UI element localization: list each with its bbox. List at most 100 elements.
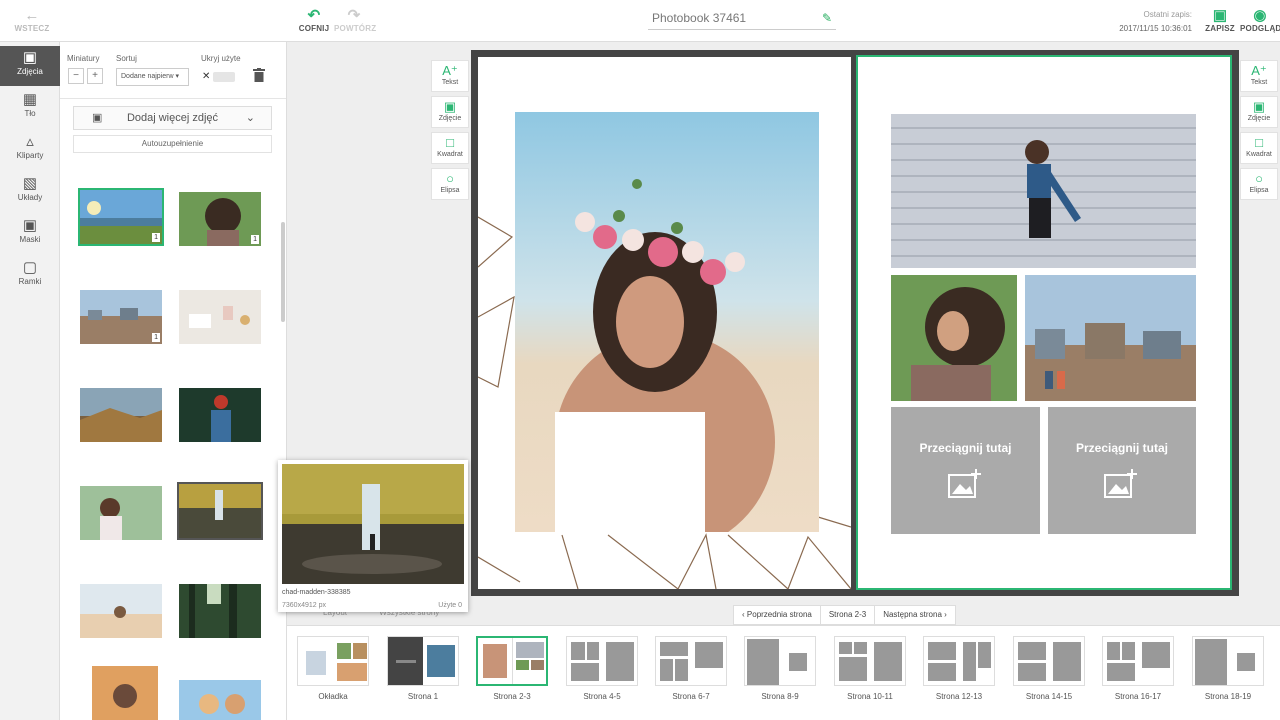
page-thumb[interactable] bbox=[1102, 636, 1174, 686]
photo-thumb[interactable] bbox=[78, 582, 164, 640]
back-button[interactable]: ← WSTECZ bbox=[14, 8, 50, 34]
add-image-tool[interactable]: ▣ Zdjęcie bbox=[431, 96, 469, 128]
nav-item-cliparts[interactable]: ▵ Kliparty bbox=[0, 130, 60, 170]
drop-zone[interactable]: Przeciągnij tutaj bbox=[1048, 407, 1196, 534]
add-more-photos-button[interactable]: ▣ Dodaj więcej zdjęć ⌄ bbox=[73, 106, 272, 130]
left-page[interactable] bbox=[478, 57, 851, 589]
autofill-button[interactable]: Autouzupełnienie bbox=[73, 135, 272, 153]
last-save-time: 2017/11/15 10:36:01 bbox=[1119, 24, 1192, 33]
preview-used: Użyte 0 bbox=[438, 602, 462, 609]
undo-icon: ↶ bbox=[307, 7, 321, 24]
add-text-tool[interactable]: A⁺ Tekst bbox=[431, 60, 469, 92]
add-ellipse-tool[interactable]: ○ Elipsa bbox=[431, 168, 469, 200]
photo-flower-crown[interactable] bbox=[515, 112, 819, 532]
tools-right: A⁺ Tekst ▣ Zdjęcie □ Kwadrat ○ Elipsa bbox=[1240, 60, 1278, 204]
photo-rooftops-city[interactable] bbox=[1025, 275, 1196, 401]
current-page-label: Strona 2-3 bbox=[821, 606, 876, 624]
page-thumb-cover[interactable] bbox=[297, 636, 369, 686]
page-thumb[interactable] bbox=[1013, 636, 1085, 686]
nav-item-frames[interactable]: ▢ Ramki bbox=[0, 256, 60, 296]
project-title-field[interactable]: Photobook 37461 ✎ bbox=[648, 8, 836, 30]
add-image-icon bbox=[1104, 469, 1137, 498]
page-label: Strona 14-15 bbox=[1025, 692, 1073, 701]
page-label: Strona 2-3 bbox=[493, 692, 531, 701]
save-button[interactable]: ▣ ZAPISZ bbox=[1204, 7, 1236, 34]
photo-mountains bbox=[80, 388, 162, 442]
photo-thumb[interactable] bbox=[177, 582, 263, 640]
add-text-tool[interactable]: A⁺ Tekst bbox=[1240, 60, 1278, 92]
add-image-tool[interactable]: ▣ Zdjęcie bbox=[1240, 96, 1278, 128]
pencil-icon[interactable]: ✎ bbox=[822, 8, 832, 28]
page-label: Okładka bbox=[318, 692, 348, 701]
add-square-tool[interactable]: □ Kwadrat bbox=[1240, 132, 1278, 164]
page-thumb[interactable] bbox=[387, 636, 459, 686]
square-icon: □ bbox=[446, 135, 454, 150]
usage-count: 1 bbox=[152, 333, 160, 342]
undo-button[interactable]: ↶ COFNIJ bbox=[298, 7, 330, 34]
hide-used-toggle[interactable] bbox=[213, 72, 235, 82]
photo-landscape-lake bbox=[80, 190, 162, 244]
photo-thumb[interactable] bbox=[90, 664, 176, 720]
photo-thumb[interactable] bbox=[177, 386, 263, 444]
ellipse-icon: ○ bbox=[446, 171, 454, 186]
sort-label: Sortuj bbox=[116, 54, 137, 63]
page-thumb[interactable] bbox=[566, 636, 638, 686]
photo-thumb[interactable] bbox=[78, 484, 164, 542]
page-spread: Przeciągnij tutaj Przeciągnij tutaj bbox=[471, 50, 1239, 596]
page-label: Strona 10-11 bbox=[847, 692, 893, 701]
preview-button[interactable]: ◉ PODGLĄD bbox=[1240, 8, 1280, 34]
scrollbar[interactable] bbox=[281, 222, 285, 322]
photo-thumb[interactable]: 1 bbox=[177, 190, 263, 248]
add-square-tool[interactable]: □ Kwadrat bbox=[431, 132, 469, 164]
sort-select[interactable]: Dodane najpierw ▾ bbox=[116, 68, 189, 86]
photo-curly-hair-portrait[interactable] bbox=[891, 275, 1017, 401]
right-page[interactable]: Przeciągnij tutaj Przeciągnij tutaj bbox=[856, 55, 1232, 590]
drop-zone[interactable]: Przeciągnij tutaj bbox=[891, 407, 1040, 534]
photo-child-garden bbox=[80, 486, 162, 540]
page-thumb[interactable] bbox=[923, 636, 995, 686]
zoom-in-button[interactable]: + bbox=[87, 68, 103, 84]
page-thumb[interactable] bbox=[1192, 636, 1264, 686]
page-thumb[interactable] bbox=[834, 636, 906, 686]
text-add-icon: A⁺ bbox=[1251, 63, 1267, 78]
photos-panel: Miniatury − + Sortuj Dodane najpierw ▾ U… bbox=[60, 42, 287, 720]
chevron-left-icon: ‹ bbox=[742, 610, 745, 619]
chevron-down-icon: ⌄ bbox=[245, 112, 255, 124]
nav-item-background[interactable]: ▦ Tło bbox=[0, 88, 60, 128]
page-thumb-active[interactable] bbox=[476, 636, 548, 686]
pagination: ‹ Poprzednia strona Strona 2-3 Następna … bbox=[733, 605, 956, 625]
photo-jumping-woman[interactable] bbox=[891, 114, 1196, 268]
nav-item-layouts[interactable]: ▧ Układy bbox=[0, 172, 60, 212]
prev-page-button[interactable]: ‹ Poprzednia strona bbox=[734, 606, 821, 624]
page-label: Strona 16-17 bbox=[1114, 692, 1162, 701]
photo-thumb[interactable]: 1 bbox=[78, 188, 164, 246]
photo-thumb[interactable] bbox=[78, 386, 164, 444]
page-strip: Okładka Strona 1 Strona 2-3 Strona 4-5 S… bbox=[287, 625, 1280, 720]
square-icon: □ bbox=[1255, 135, 1263, 150]
photo-thumb[interactable]: 1 bbox=[78, 288, 164, 346]
trash-icon[interactable] bbox=[253, 68, 265, 82]
zoom-in-icon: + bbox=[92, 70, 98, 81]
add-ellipse-tool[interactable]: ○ Elipsa bbox=[1240, 168, 1278, 200]
photo-thumb[interactable] bbox=[177, 482, 263, 540]
page-thumb[interactable] bbox=[655, 636, 727, 686]
photo-waterfall bbox=[179, 484, 261, 538]
photo-friends-sunglasses bbox=[179, 680, 261, 720]
photo-thumb[interactable] bbox=[177, 678, 263, 720]
next-page-button[interactable]: Następna strona › bbox=[875, 606, 955, 624]
photo-camera-girl bbox=[179, 388, 261, 442]
save-icon: ▣ bbox=[1212, 7, 1228, 24]
preview-filename: chad-madden-338385 bbox=[282, 589, 351, 596]
thumbnails-label: Miniatury bbox=[67, 54, 100, 63]
text-add-icon: A⁺ bbox=[442, 63, 458, 78]
photo-thumb[interactable] bbox=[177, 288, 263, 346]
nav-item-masks[interactable]: ▣ Maski bbox=[0, 214, 60, 254]
ellipse-icon: ○ bbox=[1255, 171, 1263, 186]
image-add-icon: ▣ bbox=[1252, 99, 1266, 114]
redo-button[interactable]: ↷ POWTÓRZ bbox=[334, 8, 376, 34]
page-label: Strona 18-19 bbox=[1204, 692, 1252, 701]
close-icon[interactable]: ✕ bbox=[202, 71, 210, 82]
nav-item-photos[interactable]: ▣ Zdjęcia bbox=[0, 46, 60, 86]
zoom-out-button[interactable]: − bbox=[68, 68, 84, 84]
page-thumb[interactable] bbox=[744, 636, 816, 686]
